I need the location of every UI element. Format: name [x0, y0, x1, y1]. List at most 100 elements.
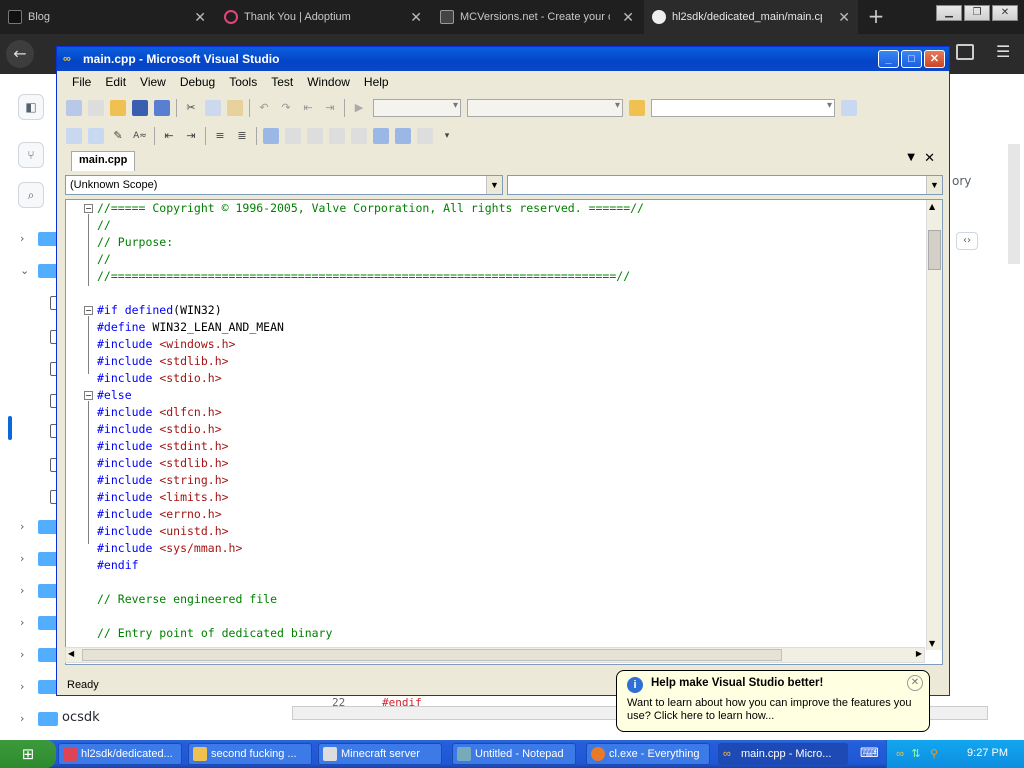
- navigate-forward-icon[interactable]: ⇥: [322, 100, 338, 116]
- chevron-right-icon[interactable]: ›: [20, 584, 24, 597]
- start-button[interactable]: ⊞: [0, 740, 56, 768]
- previous-bookmark-folder-icon[interactable]: [329, 128, 345, 144]
- scroll-right-icon[interactable]: ▶: [916, 649, 922, 658]
- code-line[interactable]: [97, 574, 644, 591]
- next-bookmark-icon[interactable]: [307, 128, 323, 144]
- bookmark-icon[interactable]: [263, 128, 279, 144]
- browser-tab-mcversions[interactable]: MCVersions.net - Create your o ✕: [432, 0, 642, 34]
- folder-icon[interactable]: [38, 264, 58, 278]
- balloon-body[interactable]: Want to learn about how you can improve …: [627, 697, 923, 723]
- collapse-panel-icon[interactable]: ◧: [18, 94, 44, 120]
- quick-info-icon[interactable]: ✎: [110, 128, 126, 144]
- code-text[interactable]: //===== Copyright © 1996-2005, Valve Cor…: [97, 200, 644, 642]
- close-icon[interactable]: ✕: [838, 9, 850, 26]
- chevron-right-icon[interactable]: ›: [20, 616, 24, 629]
- network-icon[interactable]: ⇅: [909, 747, 923, 761]
- member-dropdown[interactable]: ▼: [507, 175, 943, 195]
- maximize-button[interactable]: □: [901, 50, 922, 68]
- sidebar-toggle-icon[interactable]: [956, 44, 974, 60]
- new-tab-button[interactable]: +: [864, 4, 888, 28]
- folder-label[interactable]: ocsdk: [62, 710, 100, 725]
- increase-indent-icon[interactable]: ⇥: [183, 128, 199, 144]
- uncomment-lines-icon[interactable]: ≣: [234, 128, 250, 144]
- close-icon[interactable]: ✕: [907, 675, 923, 691]
- close-document-icon[interactable]: ✕: [924, 151, 935, 166]
- collapse-region-icon[interactable]: −: [84, 204, 93, 213]
- active-files-dropdown-icon[interactable]: ▼: [907, 152, 915, 163]
- vertical-scrollbar[interactable]: ▲ ▼: [926, 200, 942, 650]
- code-line[interactable]: #else: [97, 387, 644, 404]
- solution-platform-dropdown[interactable]: [467, 99, 623, 117]
- menu-tools[interactable]: Tools: [222, 73, 264, 93]
- branch-icon[interactable]: ⑂: [18, 142, 44, 168]
- menu-icon[interactable]: ☰: [996, 42, 1010, 61]
- search-icon[interactable]: ⌕: [18, 182, 44, 208]
- notification-balloon[interactable]: i Help make Visual Studio better! ✕ Want…: [616, 670, 930, 732]
- code-line[interactable]: // Purpose:: [97, 234, 644, 251]
- clear-bookmarks-icon[interactable]: [417, 128, 433, 144]
- find-input[interactable]: [651, 99, 835, 117]
- start-debugging-icon[interactable]: ▶: [351, 100, 367, 116]
- visual-studio-tray-icon[interactable]: ∞: [893, 747, 907, 761]
- back-arrow-icon[interactable]: ←: [6, 40, 34, 68]
- chevron-right-icon[interactable]: ›: [20, 680, 24, 693]
- collapse-region-icon[interactable]: −: [84, 306, 93, 315]
- code-line[interactable]: #if defined(WIN32): [97, 302, 644, 319]
- code-line[interactable]: #include <dlfcn.h>: [97, 404, 644, 421]
- scroll-left-icon[interactable]: ◀: [68, 649, 74, 658]
- menu-file[interactable]: File: [65, 73, 98, 93]
- solution-configuration-dropdown[interactable]: [373, 99, 461, 117]
- folder-icon[interactable]: [38, 552, 58, 566]
- minimize-button[interactable]: _: [878, 50, 899, 68]
- chevron-right-icon[interactable]: ›: [20, 552, 24, 565]
- folder-icon[interactable]: [38, 680, 58, 694]
- code-line[interactable]: #include <windows.h>: [97, 336, 644, 353]
- menu-test[interactable]: Test: [264, 73, 300, 93]
- decrease-indent-icon[interactable]: ⇤: [161, 128, 177, 144]
- code-line[interactable]: #include <unistd.h>: [97, 523, 644, 540]
- code-line[interactable]: // Entry point of dedicated binary: [97, 625, 644, 642]
- dropdown-arrow-icon[interactable]: ▼: [926, 176, 942, 194]
- chevron-down-icon[interactable]: ⌄: [20, 264, 29, 277]
- toolbar-options-icon[interactable]: ▾: [439, 128, 455, 144]
- code-editor[interactable]: − − − //===== Copyright © 1996-2005, Val…: [65, 199, 943, 665]
- chevron-right-icon[interactable]: ›: [20, 232, 24, 245]
- code-line[interactable]: //: [97, 251, 644, 268]
- close-icon[interactable]: ✕: [622, 9, 634, 26]
- navigate-backward-icon[interactable]: ⇤: [300, 100, 316, 116]
- undo-icon[interactable]: ↶: [256, 100, 272, 116]
- close-icon[interactable]: ✕: [410, 9, 422, 26]
- save-icon[interactable]: [132, 100, 148, 116]
- vs-title-bar[interactable]: ∞ main.cpp - Microsoft Visual Studio _ □…: [57, 47, 949, 71]
- taskbar-item-everything[interactable]: cl.exe - Everything: [586, 743, 710, 765]
- code-line[interactable]: #include <stdio.h>: [97, 421, 644, 438]
- open-folder-icon[interactable]: [110, 100, 126, 116]
- search-tray-icon[interactable]: ⚲: [927, 747, 941, 761]
- menu-window[interactable]: Window: [300, 73, 357, 93]
- taskbar-item-folder[interactable]: second fucking ...: [188, 743, 312, 765]
- code-line[interactable]: [97, 285, 644, 302]
- redo-icon[interactable]: ↷: [278, 100, 294, 116]
- maximize-button[interactable]: ❐: [964, 5, 990, 21]
- code-line[interactable]: #include <stdint.h>: [97, 438, 644, 455]
- code-line[interactable]: #include <string.h>: [97, 472, 644, 489]
- minimize-button[interactable]: ▁: [936, 5, 962, 21]
- folder-icon[interactable]: [38, 232, 58, 246]
- folder-icon[interactable]: [38, 648, 58, 662]
- menu-edit[interactable]: Edit: [98, 73, 133, 93]
- previous-bookmark-document-icon[interactable]: [373, 128, 389, 144]
- cut-icon[interactable]: ✂: [183, 100, 199, 116]
- folder-icon[interactable]: [38, 520, 58, 534]
- keyboard-icon[interactable]: ⌨: [860, 746, 879, 761]
- code-line[interactable]: #include <stdlib.h>: [97, 455, 644, 472]
- scope-dropdown[interactable]: (Unknown Scope) ▼: [65, 175, 503, 195]
- find-in-files-icon[interactable]: [629, 100, 645, 116]
- paste-icon[interactable]: [227, 100, 243, 116]
- comment-lines-icon[interactable]: ≡: [212, 128, 228, 144]
- menu-help[interactable]: Help: [357, 73, 396, 93]
- folder-icon[interactable]: [38, 584, 58, 598]
- scroll-up-icon[interactable]: ▲: [929, 202, 935, 211]
- taskbar-item-notepad[interactable]: Untitled - Notepad: [452, 743, 576, 765]
- save-all-icon[interactable]: [154, 100, 170, 116]
- horizontal-scrollbar[interactable]: ◀ ▶: [65, 647, 925, 663]
